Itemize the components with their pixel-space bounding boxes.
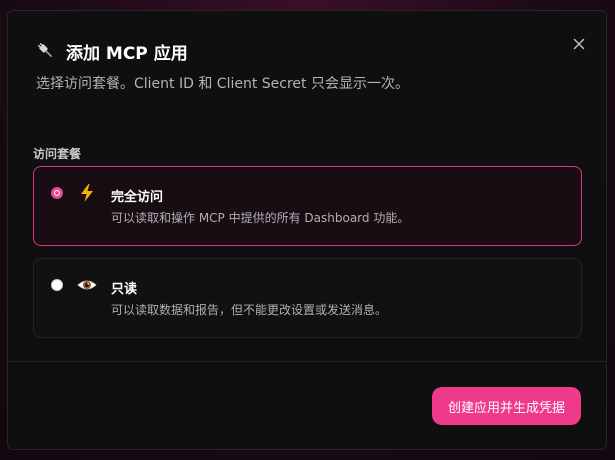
dialog-title: 添加 MCP 应用: [66, 43, 188, 64]
dialog-subtitle: 选择访问套餐。Client ID 和 Client Secret 只会显示一次。: [36, 76, 409, 92]
radio-button-full-access[interactable]: [51, 187, 63, 199]
access-plan-label: 访问套餐: [33, 147, 82, 161]
lightning-icon: [77, 183, 97, 203]
plan-description-full-access: 可以读取和操作 MCP 中提供的所有 Dashboard 功能。: [111, 211, 410, 225]
plan-description-read-only: 可以读取数据和报告，但不能更改设置或发送消息。: [111, 303, 388, 317]
eye-icon: [77, 275, 97, 295]
plug-icon: [36, 41, 56, 61]
title-row: 添加 MCP 应用: [36, 39, 586, 64]
radio-button-read-only[interactable]: [51, 279, 63, 291]
plan-option-full-access[interactable]: 完全访问 可以读取和操作 MCP 中提供的所有 Dashboard 功能。: [33, 166, 582, 246]
plan-option-read-only[interactable]: 只读 可以读取数据和报告，但不能更改设置或发送消息。: [33, 258, 582, 338]
create-app-button[interactable]: 创建应用并生成凭据: [431, 387, 581, 425]
close-button[interactable]: [568, 33, 590, 55]
add-mcp-app-dialog: 添加 MCP 应用 选择访问套餐。Client ID 和 Client Secr…: [7, 10, 607, 450]
close-icon: [573, 38, 585, 50]
plan-title-full-access: 完全访问: [111, 190, 164, 205]
dialog-header: 添加 MCP 应用 选择访问套餐。Client ID 和 Client Secr…: [36, 39, 586, 93]
plan-title-read-only: 只读: [111, 282, 138, 297]
footer-divider: [8, 361, 606, 362]
